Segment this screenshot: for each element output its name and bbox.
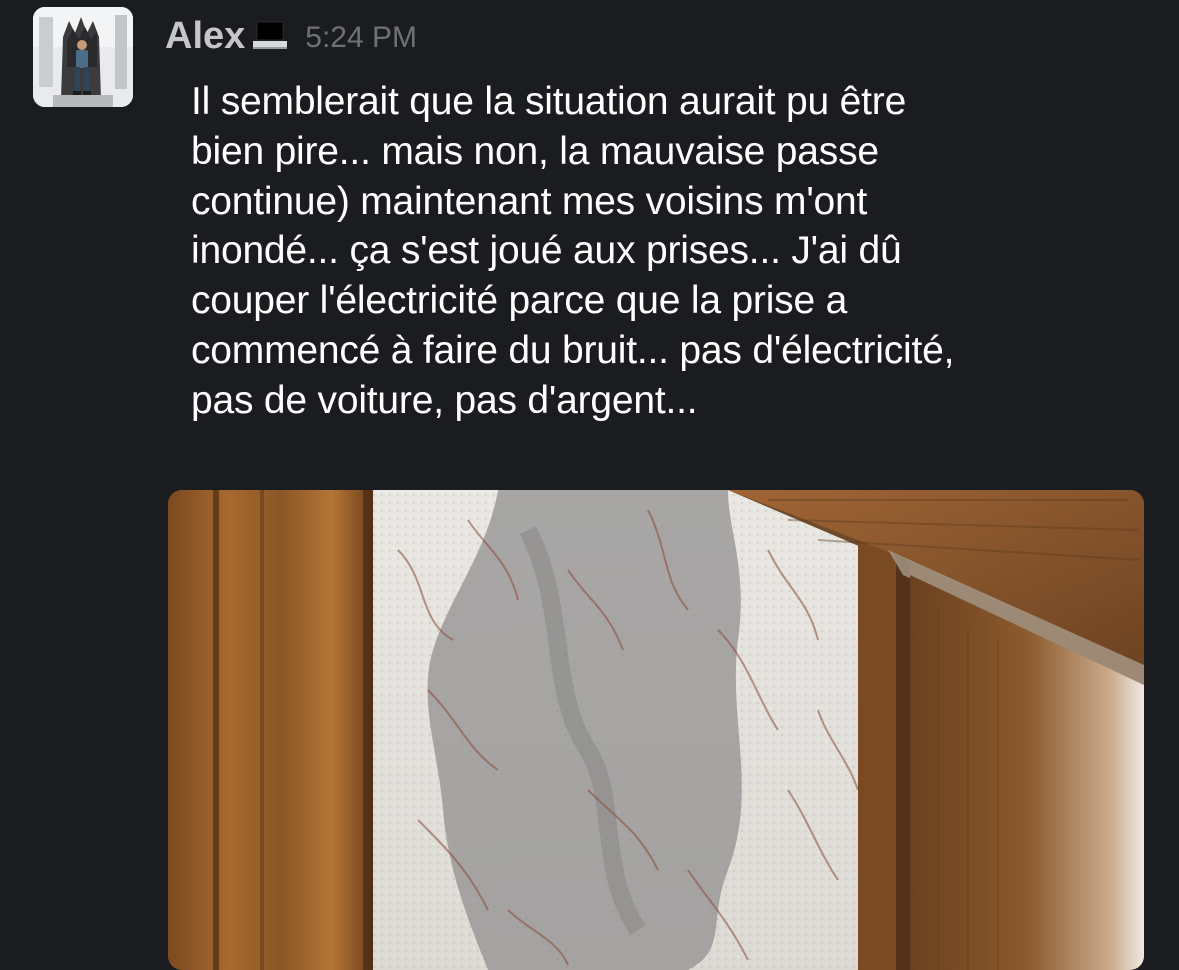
photo-attachment[interactable] — [168, 490, 1144, 970]
message-line: pas de voiture, pas d'argent... — [191, 378, 698, 422]
message-text: Il semblerait que la situation aurait pu… — [191, 77, 1151, 426]
avatar-image — [33, 7, 133, 107]
timestamp[interactable]: 5:24 PM — [305, 21, 417, 55]
message-line: commencé à faire du bruit... pas d'élect… — [191, 328, 955, 372]
photo-image — [168, 490, 1144, 970]
avatar[interactable] — [33, 7, 133, 107]
message-line: couper l'électricité parce que la prise … — [191, 279, 848, 323]
message-line: inondé... ça s'est joué aux prises... J'… — [191, 229, 902, 273]
message-line: Il semblerait que la situation aurait pu… — [191, 80, 907, 123]
message-header: Alex 5:24 PM — [165, 10, 417, 62]
chat-message: Alex 5:24 PM Il semblerait que la situat… — [0, 0, 1179, 970]
message-line: continue) maintenant mes voisins m'ont — [191, 179, 868, 223]
message-line: bien pire... mais non, la mauvaise passe — [191, 129, 879, 173]
author-name[interactable]: Alex — [165, 15, 245, 58]
laptop-icon — [251, 19, 291, 56]
